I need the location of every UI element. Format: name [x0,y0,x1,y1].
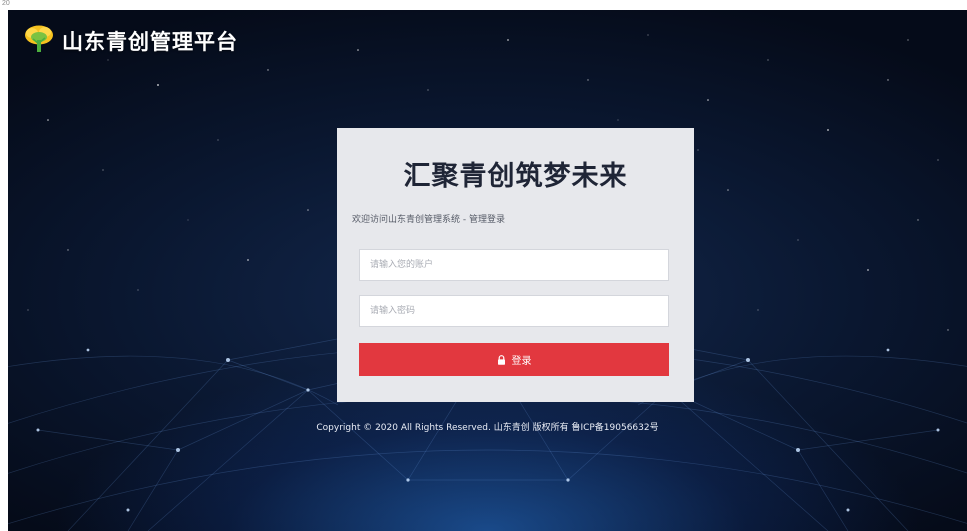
copyright-text: Copyright © 2020 All Rights Reserved. 山东… [316,423,659,433]
login-screen: 山东青创管理平台 汇聚青创筑梦未来 欢迎访问山东青创管理系统 - 管理登录 登录… [8,10,967,531]
login-card: 汇聚青创筑梦未来 欢迎访问山东青创管理系统 - 管理登录 登录 [337,128,694,402]
account-input[interactable] [359,249,669,281]
page-number: 20 [2,0,10,7]
login-title: 汇聚青创筑梦未来 [403,161,628,192]
tree-logo-icon [22,24,56,58]
password-input[interactable] [359,295,669,327]
login-subtitle: 欢迎访问山东青创管理系统 - 管理登录 [352,215,505,225]
brand-logo[interactable]: 山东青创管理平台 [22,24,238,58]
lock-icon [497,354,506,365]
brand-title: 山东青创管理平台 [62,30,238,54]
login-button-label: 登录 [511,356,532,367]
login-button[interactable]: 登录 [359,343,669,376]
